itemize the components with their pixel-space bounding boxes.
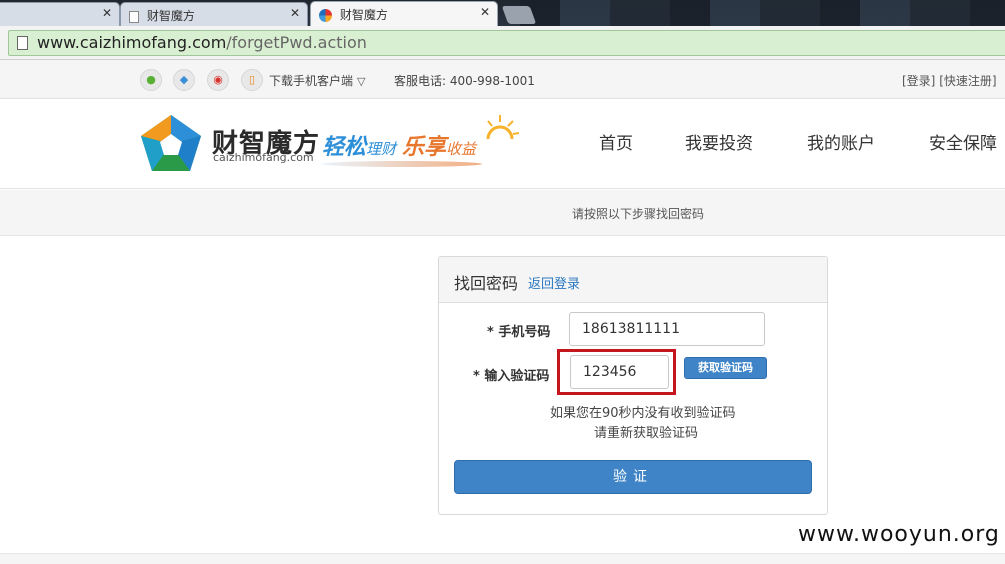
- slogan: 轻松理财 乐享收益: [322, 129, 476, 161]
- slogan-part: 收益: [446, 140, 477, 158]
- hotline-text: 客服电话: 400-998-1001: [394, 74, 535, 88]
- nav-account[interactable]: 我的账户: [807, 129, 875, 154]
- browser-tab-active[interactable]: 财智魔方 ✕: [310, 1, 498, 26]
- logo-pentagon-icon[interactable]: [140, 114, 202, 172]
- back-to-login-link[interactable]: 返回登录: [528, 273, 580, 292]
- download-app-link[interactable]: 下载手机客户端 ▽: [269, 72, 365, 89]
- step-bar: 请按照以下步骤找回密码: [0, 190, 1005, 236]
- page-icon: [129, 11, 139, 23]
- wechat-icon[interactable]: ●: [140, 69, 162, 91]
- close-icon[interactable]: ✕: [480, 5, 490, 19]
- close-icon[interactable]: ✕: [102, 6, 112, 20]
- logo-domain: caizhimofang.com: [213, 151, 314, 164]
- hint-line-1: 如果您在90秒内没有收到验证码: [550, 406, 736, 421]
- mobile-phone-icon[interactable]: ▯: [241, 69, 263, 91]
- qq-icon[interactable]: ◆: [173, 69, 195, 91]
- site-favicon-icon: [319, 9, 332, 22]
- panel-header: 找回密码 返回登录: [439, 257, 827, 303]
- browser-tab-2[interactable]: 财智魔方 ✕: [120, 2, 308, 26]
- phone-label: * 手机号码: [487, 325, 551, 340]
- page-icon: [17, 36, 28, 50]
- nav-invest[interactable]: 我要投资: [685, 129, 753, 154]
- slogan-part: 轻松: [322, 135, 367, 160]
- desktop-background: [520, 0, 1005, 26]
- browser-tab-1[interactable]: ✕: [0, 2, 120, 26]
- footer-strip: [0, 553, 1005, 564]
- hint-line-2: 请重新获取验证码: [594, 426, 699, 441]
- site-topbar: ● ◆ ◉ ▯ 下载手机客户端 ▽ 客服电话: 400-998-1001 [登录]…: [0, 60, 1005, 99]
- tab-title: 财智魔方: [339, 8, 388, 22]
- watermark: www.wooyun.org: [798, 522, 1000, 547]
- slogan-part: 理财: [366, 140, 397, 158]
- verify-button[interactable]: 验证: [454, 460, 812, 494]
- slogan-part: 乐享: [402, 135, 447, 160]
- address-bar: www.caizhimofang.com/forgetPwd.action: [0, 26, 1005, 60]
- auth-links: [登录] [快速注册]: [902, 72, 997, 89]
- url-text: www.caizhimofang.com/forgetPwd.action: [37, 33, 367, 52]
- browser-tabbar: ✕ 财智魔方 ✕ 财智魔方 ✕: [0, 0, 1005, 26]
- login-link[interactable]: [登录]: [902, 74, 935, 88]
- weibo-icon[interactable]: ◉: [207, 69, 229, 91]
- sun-icon: [486, 115, 520, 140]
- url-host: www.caizhimofang.com: [37, 33, 227, 52]
- code-label: * 输入验证码: [473, 369, 550, 384]
- site-header: 财智魔方 caizhimofang.com 轻松理财 乐享收益 首页 我要投资 我…: [0, 99, 1005, 189]
- red-highlight-box: [557, 349, 676, 395]
- panel-title: 找回密码: [454, 274, 519, 293]
- url-path: /forgetPwd.action: [226, 33, 367, 52]
- nav-security[interactable]: 安全保障: [929, 129, 997, 154]
- chevron-down-icon: ▽: [357, 75, 366, 88]
- step-instruction: 请按照以下步骤找回密码: [572, 207, 705, 221]
- download-app-label: 下载手机客户端: [269, 74, 354, 88]
- reset-password-panel: 找回密码 返回登录 * 手机号码 * 输入验证码 获取验证码 如果您在90秒内没…: [438, 256, 828, 515]
- slogan-swoosh: [322, 161, 482, 167]
- nav-home[interactable]: 首页: [599, 129, 633, 154]
- get-code-button[interactable]: 获取验证码: [684, 357, 767, 379]
- tab-title: 财智魔方: [146, 9, 195, 23]
- url-input[interactable]: www.caizhimofang.com/forgetPwd.action: [8, 30, 1005, 56]
- phone-input[interactable]: [569, 312, 765, 346]
- close-icon[interactable]: ✕: [290, 6, 300, 20]
- register-link[interactable]: [快速注册]: [939, 74, 996, 88]
